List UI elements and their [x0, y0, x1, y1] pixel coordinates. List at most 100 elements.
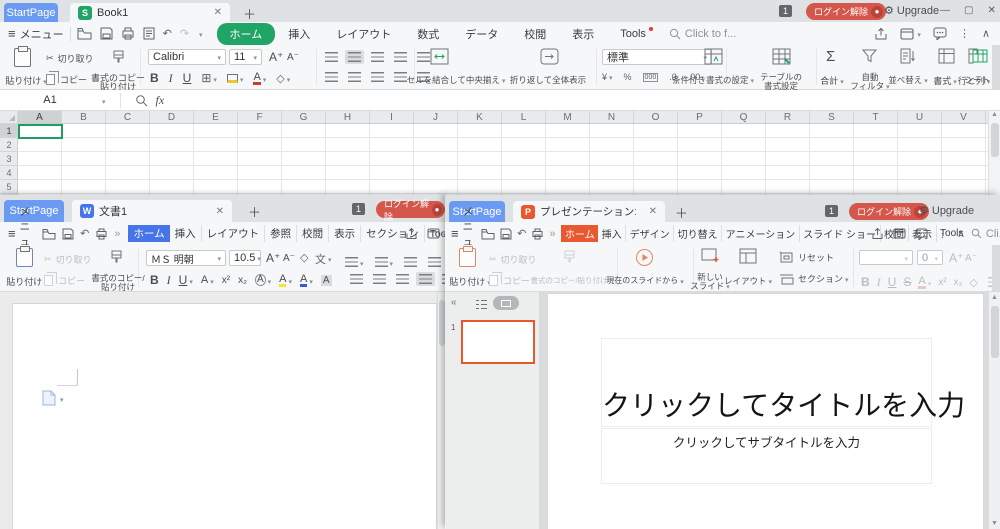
maximize-icon[interactable]: ▢ [964, 5, 973, 16]
share-icon[interactable] [874, 27, 888, 41]
column-header[interactable]: L [502, 111, 546, 124]
align-left-button[interactable] [347, 272, 366, 286]
outline-view-icon[interactable] [475, 299, 488, 310]
minimize-icon[interactable]: — [940, 5, 950, 16]
column-header[interactable]: C [106, 111, 150, 124]
column-header[interactable]: A [18, 111, 62, 124]
column-header[interactable]: M [546, 111, 590, 124]
vertical-scrollbar[interactable]: ▲ ▼ [988, 292, 1000, 529]
menu-item[interactable]: 表示 [559, 24, 607, 44]
wrap-text-button[interactable] [540, 48, 559, 65]
switch-window-icon[interactable] [900, 28, 914, 40]
cut-button[interactable]: ✂切り取り [46, 52, 94, 65]
row-header[interactable]: 2 [0, 138, 18, 152]
table-style-button[interactable] [772, 48, 791, 65]
collapse-ribbon-icon[interactable]: ∧ [957, 227, 965, 240]
font-size-select[interactable]: 11 [229, 49, 262, 65]
bold-button[interactable]: B [150, 273, 159, 287]
switch-window-icon[interactable] [427, 228, 440, 239]
column-header[interactable]: T [854, 111, 898, 124]
char-shading-button[interactable]: A [321, 275, 332, 286]
column-header[interactable]: Q [722, 111, 766, 124]
scrollbar-thumb[interactable] [991, 306, 999, 358]
column-header[interactable]: J [414, 111, 458, 124]
column-header[interactable]: D [150, 111, 194, 124]
ribbon-scroll-strip[interactable] [992, 245, 1000, 291]
grow-font-button[interactable]: A⁺ [266, 251, 280, 265]
underline-button[interactable]: U [179, 271, 193, 289]
copy-button[interactable]: コピー [46, 73, 87, 86]
column-header[interactable]: N [590, 111, 634, 124]
font-name-select[interactable]: Calibri [148, 49, 226, 65]
play-from-current-button[interactable] [635, 248, 654, 267]
font-size-select[interactable]: 0 [917, 250, 943, 265]
format-button[interactable] [938, 48, 955, 64]
fx-icon[interactable]: fx [156, 93, 165, 108]
more-icon[interactable]: ⋮ [959, 27, 970, 40]
upgrade-button[interactable]: ⚙ Upgrade [919, 204, 974, 217]
clear-format-button[interactable]: ◇ [969, 276, 977, 289]
borders-button[interactable]: ⊞ [201, 69, 217, 87]
fill-color-button[interactable] [227, 69, 244, 87]
number-format-select[interactable]: 標準 [602, 49, 712, 65]
column-header[interactable]: H [326, 111, 370, 124]
more-tools-icon[interactable]: » [114, 228, 120, 240]
align-bottom-button[interactable] [368, 50, 387, 64]
paste-button[interactable] [459, 248, 476, 267]
autofilter-button[interactable] [862, 49, 877, 63]
menu-item[interactable]: 挿入 [275, 24, 323, 44]
print-icon[interactable] [95, 228, 108, 240]
column-header[interactable]: U [898, 111, 942, 124]
clear-format-icon[interactable]: ◇ [300, 251, 308, 264]
menu-item[interactable]: アニメーション [722, 225, 800, 242]
new-tab-button[interactable]: ＋ [248, 202, 261, 221]
align-right-button[interactable] [393, 272, 412, 286]
format-painter-button[interactable] [110, 49, 127, 65]
document-page[interactable] [12, 303, 437, 529]
menu-item[interactable]: ホーム [217, 23, 276, 45]
format-painter-label[interactable]: 書式のコピー/貼り付け [525, 275, 613, 286]
print-icon[interactable] [121, 27, 135, 40]
cell-grid[interactable] [18, 124, 988, 195]
name-box[interactable]: A1 [0, 94, 100, 106]
sort-button[interactable] [900, 48, 916, 64]
tab-startpage[interactable]: StartPage [4, 3, 58, 22]
bold-button[interactable]: B [861, 275, 870, 289]
tab-presentation1[interactable]: P プレゼンテーション1 ✕ [513, 201, 665, 222]
highlight-button[interactable]: A [279, 271, 292, 289]
logout-button[interactable]: ログイン解除 ● [376, 201, 445, 218]
column-header[interactable]: P [678, 111, 722, 124]
new-tab-button[interactable]: ＋ [243, 4, 256, 23]
collapse-ribbon-icon[interactable]: ∧ [982, 27, 990, 40]
align-top-button[interactable] [322, 50, 341, 64]
font-name-select[interactable] [859, 250, 913, 265]
ribbon-scroll-strip[interactable] [992, 45, 1000, 89]
command-search[interactable]: Cli... [971, 228, 1000, 240]
column-header[interactable]: F [238, 111, 282, 124]
sheet-label[interactable]: シート [964, 74, 990, 86]
save-icon[interactable] [100, 27, 113, 40]
strike-button[interactable]: A [201, 271, 214, 289]
layout-button[interactable] [739, 248, 757, 264]
collapse-panel-icon[interactable]: « [451, 297, 457, 308]
scrollbar-thumb[interactable] [991, 123, 999, 157]
play-from-current-label[interactable]: 現在のスライドから [603, 275, 687, 286]
scroll-up-icon[interactable]: ▲ [989, 294, 1000, 301]
copy-button[interactable]: コピー [44, 274, 85, 287]
open-icon[interactable] [77, 27, 92, 40]
decrease-indent-button[interactable] [401, 255, 420, 269]
column-header[interactable]: R [766, 111, 810, 124]
align-middle-button[interactable] [345, 50, 364, 64]
undo-icon[interactable]: ↶ [517, 227, 526, 240]
save-icon[interactable] [500, 228, 512, 240]
menu-item[interactable]: Tools [607, 26, 659, 42]
menu-item[interactable]: 挿入 [598, 225, 626, 242]
undo-dropdown-icon[interactable] [197, 28, 203, 40]
reset-button[interactable]: リセット [779, 251, 834, 264]
grow-font-button[interactable]: A⁺ [269, 50, 283, 64]
undo-icon[interactable]: ↶ [80, 227, 89, 240]
paste-options-popup[interactable] [42, 389, 64, 407]
align-right-button[interactable] [368, 70, 387, 84]
font-color-button[interactable]: A [300, 271, 313, 289]
comment-icon[interactable] [933, 27, 947, 40]
